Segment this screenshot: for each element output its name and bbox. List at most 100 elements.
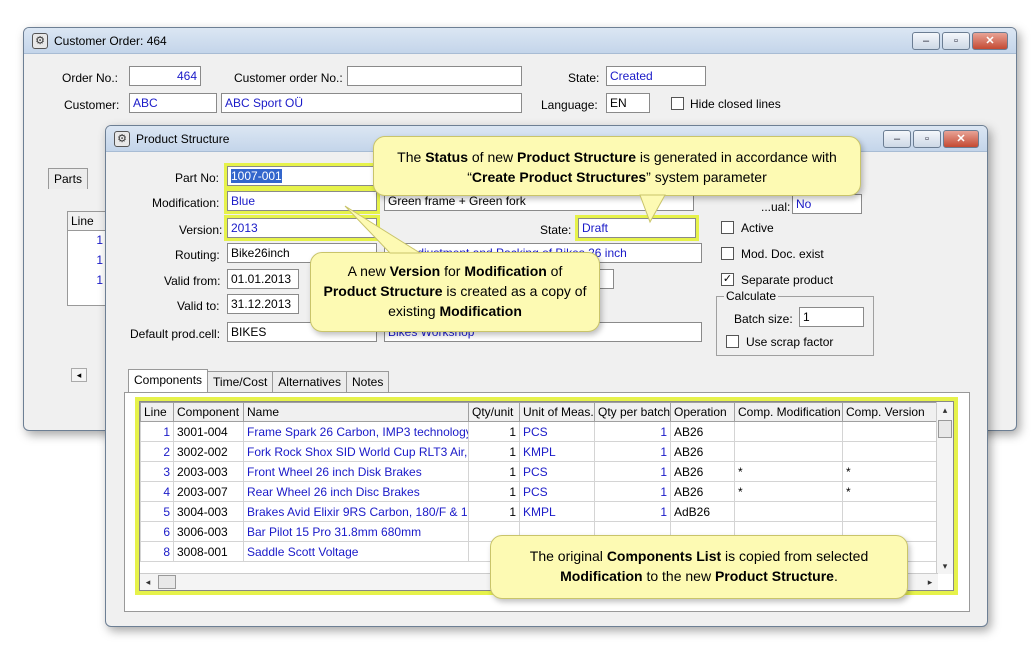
table-row[interactable]: 2 3002-002 Fork Rock Shox SID World Cup RL… <box>140 441 938 462</box>
cell-component[interactable]: 3002-002 <box>173 441 244 462</box>
column-header[interactable]: Unit of Meas. <box>519 402 595 422</box>
cell-cver[interactable] <box>842 421 938 442</box>
cell-name[interactable]: Rear Wheel 26 inch Disc Brakes <box>243 481 469 502</box>
batch-size-field[interactable]: 1 <box>799 307 864 327</box>
cell-component[interactable]: 3006-003 <box>173 521 244 542</box>
cell-line[interactable]: 4 <box>140 481 174 502</box>
version-field[interactable]: 2013 <box>224 215 380 241</box>
maximize-icon[interactable]: ▫ <box>942 32 970 50</box>
cell-qty[interactable]: 1 <box>468 501 520 522</box>
table-row[interactable]: 1 3001-004 Frame Spark 26 Carbon, IMP3 tec… <box>140 421 938 442</box>
cell-cmod[interactable] <box>734 501 843 522</box>
customer-code-field[interactable]: ABC <box>129 93 217 113</box>
cell-op[interactable]: AB26 <box>670 461 735 482</box>
part-no-field[interactable]: 1007-001 <box>224 163 380 189</box>
cell-cver[interactable] <box>842 441 938 462</box>
cell-cmod[interactable]: * <box>734 461 843 482</box>
scroll-left-icon[interactable]: ◂ <box>140 574 156 590</box>
cell-name[interactable]: Fork Rock Shox SID World Cup RLT3 Air, <box>243 441 469 462</box>
valid-from-field[interactable]: 01.01.2013 <box>227 269 299 289</box>
cell-cmod[interactable] <box>734 441 843 462</box>
cell-op[interactable]: AB26 <box>670 441 735 462</box>
column-header[interactable]: Qty/unit <box>468 402 520 422</box>
table-row[interactable]: 3 2003-003 Front Wheel 26 inch Disk Brakes… <box>140 461 938 482</box>
cell-op[interactable]: AB26 <box>670 421 735 442</box>
tab-alternatives[interactable]: Alternatives <box>272 371 347 394</box>
cell-component[interactable]: 2003-003 <box>173 461 244 482</box>
tab-notes[interactable]: Notes <box>345 371 390 394</box>
column-header[interactable]: Qty per batch <box>594 402 671 422</box>
cell-name[interactable]: Front Wheel 26 inch Disk Brakes <box>243 461 469 482</box>
scroll-up-icon[interactable]: ▴ <box>937 402 953 418</box>
customer-name-field[interactable]: ABC Sport OÜ <box>221 93 522 113</box>
table-row[interactable]: 4 2003-007 Rear Wheel 26 inch Disc Brakes 1… <box>140 481 938 502</box>
cell-line[interactable]: 1 <box>140 421 174 442</box>
order-no-field[interactable]: 464 <box>129 66 201 86</box>
minimize-icon[interactable]: – <box>883 130 911 148</box>
active-checkbox[interactable] <box>721 221 734 234</box>
cell-qpb[interactable]: 1 <box>594 501 671 522</box>
cell-qty[interactable]: 1 <box>468 481 520 502</box>
cell-uom[interactable]: KMPL <box>519 501 595 522</box>
scroll-right-icon[interactable]: ▸ <box>922 574 938 590</box>
right-field[interactable]: No <box>792 194 862 214</box>
cell-name[interactable]: Frame Spark 26 Carbon, IMP3 technology, <box>243 421 469 442</box>
column-header[interactable]: Comp. Version <box>842 402 938 422</box>
column-header[interactable]: Line <box>140 402 174 422</box>
scroll-thumb[interactable] <box>938 420 952 438</box>
tab-components[interactable]: Components <box>128 369 209 392</box>
minimize-icon[interactable]: – <box>912 32 940 50</box>
column-header[interactable]: Operation <box>670 402 735 422</box>
language-field[interactable]: EN <box>606 93 650 113</box>
valid-to-field[interactable]: 31.12.2013 <box>227 294 299 314</box>
vertical-scrollbar[interactable]: ▴ ▾ <box>936 402 953 574</box>
mod-doc-exist-checkbox[interactable] <box>721 247 734 260</box>
cell-qpb[interactable]: 1 <box>594 461 671 482</box>
cell-cver[interactable] <box>842 501 938 522</box>
cell-component[interactable]: 3001-004 <box>173 421 244 442</box>
cell-qpb[interactable]: 1 <box>594 481 671 502</box>
cell-name[interactable]: Brakes Avid Elixir 9RS Carbon, 180/F & 1… <box>243 501 469 522</box>
cell-uom[interactable]: PCS <box>519 421 595 442</box>
state-field[interactable]: Draft <box>575 215 699 241</box>
tab-parts[interactable]: Parts <box>48 168 89 189</box>
table-row[interactable]: 5 3004-003 Brakes Avid Elixir 9RS Carbon, … <box>140 501 938 522</box>
customer-order-titlebar[interactable]: ⚙ Customer Order: 464 – ▫ ✕ <box>24 28 1016 54</box>
hide-closed-checkbox[interactable] <box>671 97 684 110</box>
cell-qpb[interactable]: 1 <box>594 421 671 442</box>
state-field[interactable]: Created <box>606 66 706 86</box>
cell-name[interactable]: Saddle Scott Voltage <box>243 541 469 562</box>
column-header[interactable]: Name <box>243 402 469 422</box>
cell-qty[interactable]: 1 <box>468 461 520 482</box>
customer-order-no-field[interactable] <box>347 66 522 86</box>
cell-cmod[interactable] <box>734 421 843 442</box>
cell-line[interactable]: 5 <box>140 501 174 522</box>
cell-qty[interactable]: 1 <box>468 421 520 442</box>
back-hscroll-left-icon[interactable]: ◂ <box>71 368 87 382</box>
column-header[interactable]: Comp. Modification <box>734 402 843 422</box>
cell-component[interactable]: 3008-001 <box>173 541 244 562</box>
tab-time-cost[interactable]: Time/Cost <box>207 371 274 394</box>
scroll-down-icon[interactable]: ▾ <box>937 558 953 574</box>
cell-uom[interactable]: KMPL <box>519 441 595 462</box>
cell-uom[interactable]: PCS <box>519 461 595 482</box>
cell-line[interactable]: 2 <box>140 441 174 462</box>
cell-qpb[interactable]: 1 <box>594 441 671 462</box>
cell-cver[interactable]: * <box>842 461 938 482</box>
cell-line[interactable]: 3 <box>140 461 174 482</box>
close-icon[interactable]: ✕ <box>972 32 1008 50</box>
separate-product-checkbox[interactable]: ✓ <box>721 273 734 286</box>
cell-cver[interactable]: * <box>842 481 938 502</box>
cell-line[interactable]: 6 <box>140 521 174 542</box>
use-scrap-factor-checkbox[interactable] <box>726 335 739 348</box>
cell-uom[interactable]: PCS <box>519 481 595 502</box>
cell-name[interactable]: Bar Pilot 15 Pro 31.8mm 680mm <box>243 521 469 542</box>
cell-cmod[interactable]: * <box>734 481 843 502</box>
cell-line[interactable]: 8 <box>140 541 174 562</box>
column-header[interactable]: Component <box>173 402 244 422</box>
maximize-icon[interactable]: ▫ <box>913 130 941 148</box>
cell-op[interactable]: AB26 <box>670 481 735 502</box>
close-icon[interactable]: ✕ <box>943 130 979 148</box>
hscroll-thumb[interactable] <box>158 575 176 589</box>
cell-component[interactable]: 3004-003 <box>173 501 244 522</box>
